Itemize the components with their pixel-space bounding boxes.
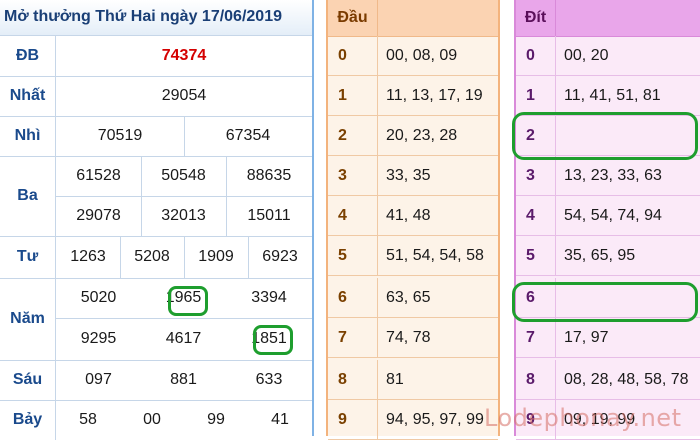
dit-tail-digit: 3: [516, 156, 556, 195]
dit-values: 00, 20: [564, 46, 609, 64]
dau-row: 6 63, 65: [328, 278, 498, 318]
dau-head-digit: 2: [328, 116, 378, 155]
dau-table: Đầu 0 00, 08, 09 1 11, 13, 17, 19 2 20, 23,…: [326, 0, 500, 440]
dit-tail-digit: 8: [516, 360, 556, 399]
prize-tu-value: 1263: [70, 248, 106, 265]
prize-nam-value: 9295: [80, 330, 117, 347]
prize-label-nam: Năm: [0, 278, 56, 360]
draw-title: Mở thưởng Thứ Hai ngày 17/06/2019: [0, 0, 312, 36]
dit-values: 17, 97: [564, 328, 609, 346]
prize-label-nhi: Nhì: [0, 116, 56, 156]
dau-row: 0 00, 08, 09: [328, 36, 498, 76]
prize-bay-value: 00: [143, 411, 161, 428]
dit-values: 35, 65, 95: [564, 246, 636, 264]
prize-nam-value: 5020: [80, 289, 117, 306]
dit-row: 5 35, 65, 95: [516, 236, 700, 276]
prize-label-tu: Tư: [0, 236, 56, 278]
dit-values: 13, 23, 33, 63: [564, 166, 662, 184]
highlight-ring: [168, 286, 208, 316]
dau-head-digit: 0: [328, 36, 378, 75]
prize-label-bay: Bảy: [0, 400, 56, 440]
dau-row: 7 74, 78: [328, 318, 498, 358]
dit-tail-digit: 0: [516, 36, 556, 75]
dit-header: Đít: [516, 0, 700, 37]
dau-row: 1 11, 13, 17, 19: [328, 76, 498, 116]
prize-ba-value: 15011: [247, 207, 291, 224]
prize-tu-value: 5208: [134, 248, 170, 265]
prize-ba-value: 88635: [246, 167, 292, 184]
dit-row: 3 13, 23, 33, 63: [516, 156, 700, 196]
dau-head-digit: 8: [328, 360, 378, 399]
dau-head-digit: 1: [328, 76, 378, 115]
dau-values: 63, 65: [386, 288, 431, 306]
dau-row: 4 41, 48: [328, 196, 498, 236]
prize-nhi-value: 67354: [225, 127, 271, 144]
dau-row: 5 51, 54, 54, 58: [328, 236, 498, 276]
dit-tail-digit: 5: [516, 236, 556, 275]
dit-row: 1 11, 41, 51, 81: [516, 76, 700, 116]
highlight-ring: [512, 282, 698, 322]
prize-ba-value: 29078: [76, 207, 121, 224]
dau-head-digit: 5: [328, 236, 378, 275]
dau-head-digit: 3: [328, 156, 378, 195]
prize-bay-value: 58: [79, 411, 97, 428]
prize-label-db: ĐB: [0, 36, 56, 76]
dau-values: 94, 95, 97, 99: [386, 410, 484, 428]
dau-values: 11, 13, 17, 19: [386, 86, 483, 104]
dit-row: 8 08, 28, 48, 58, 78: [516, 360, 700, 400]
prize-sau-value: 633: [255, 371, 283, 388]
prize-nhi-value: 70519: [97, 127, 143, 144]
prize-nam-value: 3394: [251, 289, 287, 306]
dau-values: 33, 35: [386, 166, 431, 184]
dau-head-digit: 7: [328, 318, 378, 357]
dit-tail-digit: 7: [516, 318, 556, 357]
dau-row: 9 94, 95, 97, 99: [328, 400, 498, 440]
dit-values: 54, 54, 74, 94: [564, 206, 662, 224]
prize-bay-value: 41: [271, 411, 289, 428]
prize-label-sau: Sáu: [0, 360, 56, 400]
prize-tu-value: 6923: [262, 248, 298, 265]
dau-row: 8 81: [328, 360, 498, 400]
prize-ba-value: 61528: [76, 167, 121, 184]
dau-values: 51, 54, 54, 58: [386, 246, 484, 264]
prize-label-nhat: Nhất: [0, 76, 56, 116]
dit-header-label: Đít: [516, 0, 556, 36]
prize-bay-value: 99: [207, 411, 225, 428]
dit-row: 7 17, 97: [516, 318, 700, 358]
dau-values: 81: [386, 370, 404, 388]
prize-nam-value: 4617: [165, 330, 202, 347]
dau-head-digit: 9: [328, 400, 378, 439]
dau-values: 00, 08, 09: [386, 46, 458, 64]
prize-sau-value: 097: [85, 371, 112, 388]
dit-table: Đít 0 00, 20 1 11, 41, 51, 81 2 3 13, 23, 3…: [512, 0, 700, 440]
prize-ba-value: 50548: [161, 167, 206, 184]
prize-label-ba: Ba: [0, 156, 56, 236]
dit-row: 0 00, 20: [516, 36, 700, 76]
dit-values: 08, 28, 48, 58, 78: [564, 370, 689, 388]
dit-tail-digit: 4: [516, 196, 556, 235]
dau-header: Đầu: [328, 0, 498, 37]
dau-values: 74, 78: [386, 328, 431, 346]
dau-head-digit: 4: [328, 196, 378, 235]
highlight-ring: [512, 112, 698, 160]
prize-sau-value: 881: [170, 371, 197, 388]
prize-nhat-value: 29054: [161, 87, 207, 104]
highlight-ring: [253, 325, 293, 355]
site-watermark: Lodephonay.net: [484, 404, 682, 432]
prize-db-value: 74374: [161, 47, 207, 64]
prize-tu-value: 1909: [198, 248, 234, 265]
dit-tail-digit: 1: [516, 76, 556, 115]
dau-row: 3 33, 35: [328, 156, 498, 196]
dau-head-digit: 6: [328, 278, 378, 317]
dit-row: 4 54, 54, 74, 94: [516, 196, 700, 236]
dau-row: 2 20, 23, 28: [328, 116, 498, 156]
column-divider: [312, 0, 314, 436]
dit-values: 11, 41, 51, 81: [564, 86, 661, 104]
results-table: Mở thưởng Thứ Hai ngày 17/06/2019 ĐB 743…: [0, 0, 312, 440]
dau-values: 20, 23, 28: [386, 126, 458, 144]
prize-ba-value: 32013: [161, 207, 206, 224]
dau-values: 41, 48: [386, 206, 431, 224]
dau-header-label: Đầu: [328, 0, 378, 36]
